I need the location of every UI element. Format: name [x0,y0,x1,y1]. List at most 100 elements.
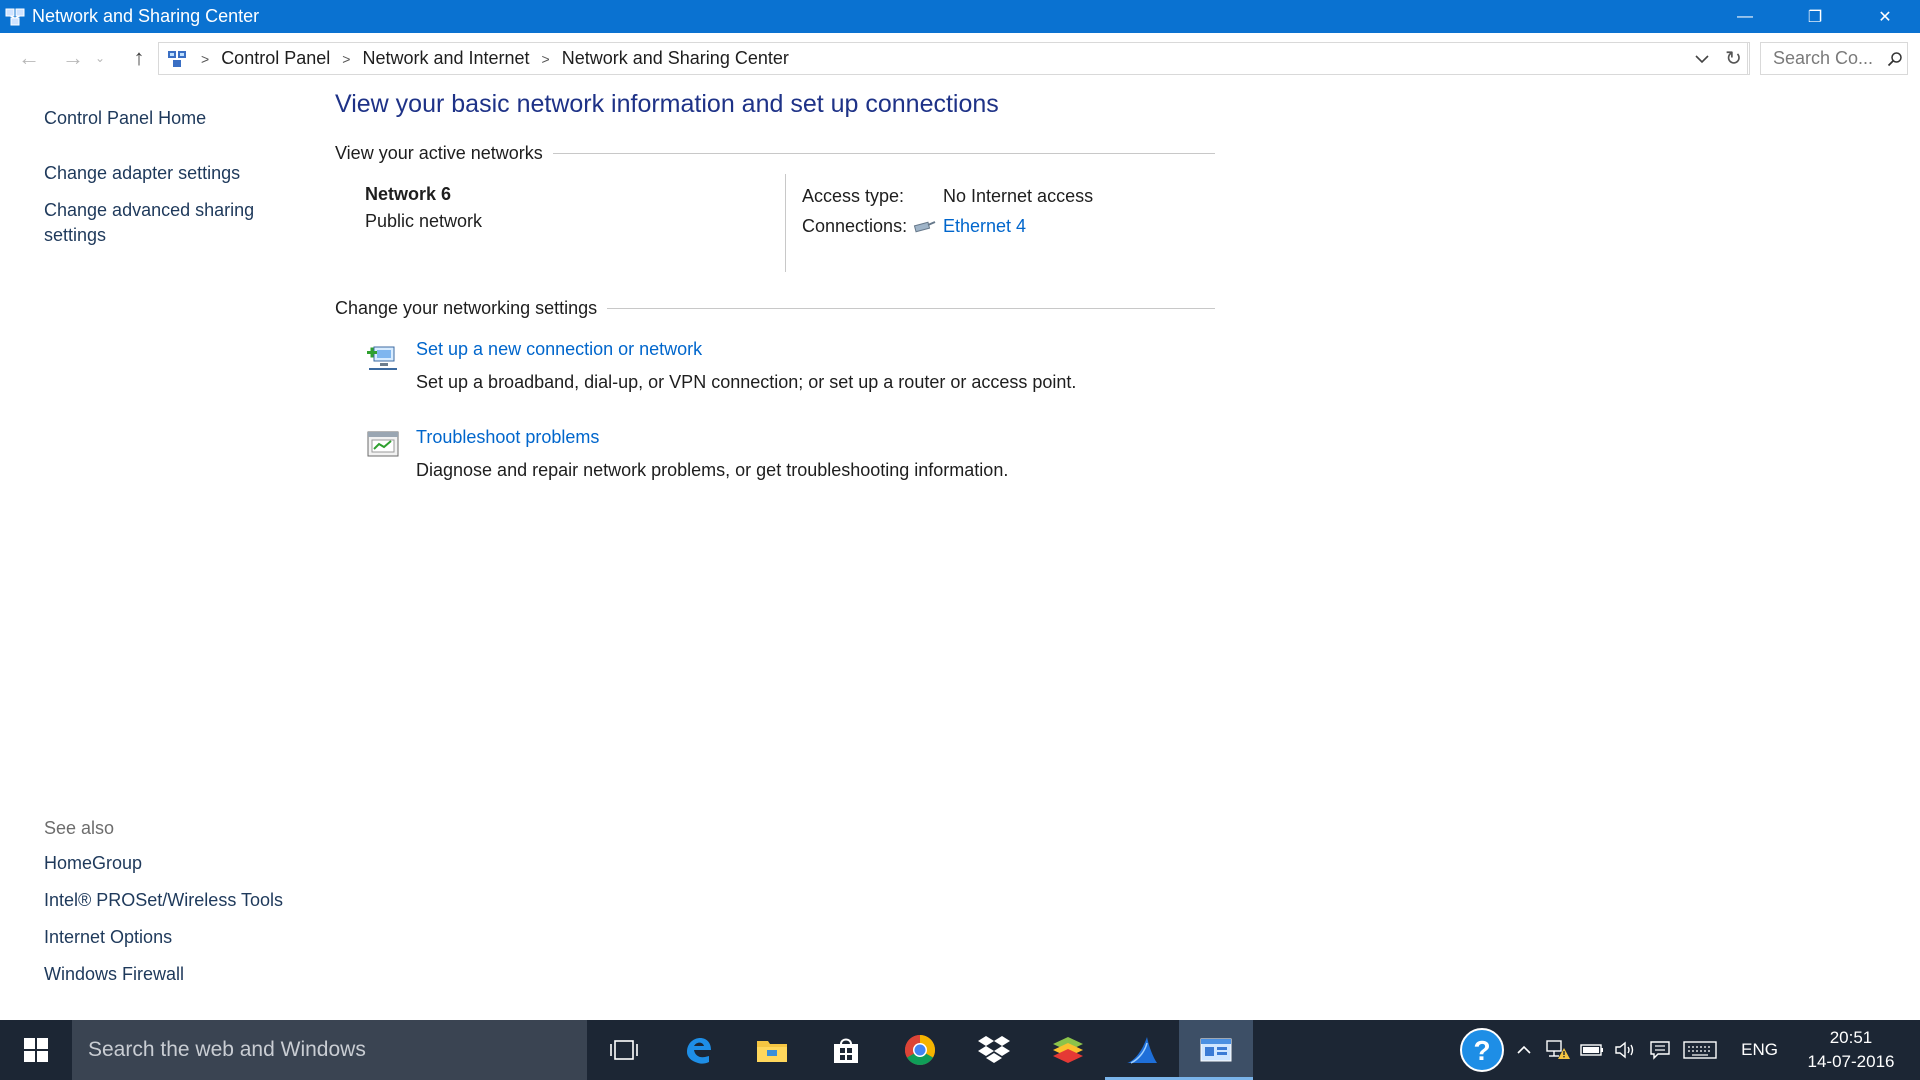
divider [607,308,1215,309]
task-troubleshoot: Troubleshoot problems Diagnose and repai… [335,425,1215,485]
internet-options-link[interactable]: Internet Options [44,925,324,950]
change-settings-heading-text: Change your networking settings [335,298,598,318]
chrome-icon [904,1035,936,1066]
store-icon [834,1038,858,1063]
active-networks-heading-text: View your active networks [335,143,543,163]
troubleshoot-problems-description: Diagnose and repair network problems, or… [416,460,1009,480]
network-name: Network 6 [365,184,452,204]
breadcrumb-control-panel[interactable]: Control Panel [221,48,330,69]
volume-icon[interactable] [1609,1020,1643,1080]
touch-keyboard-icon[interactable] [1677,1020,1723,1080]
access-type-label: Access type: [802,186,905,206]
dropbox-taskbar-button[interactable] [957,1020,1031,1080]
control-panel-icon [168,50,186,67]
clock[interactable]: 20:51 14-07-2016 [1796,1026,1906,1074]
troubleshoot-icon [367,431,399,457]
taskbar-search-placeholder: Search the web and Windows [88,1038,366,1061]
intel-proset-link[interactable]: Intel® PROSet/Wireless Tools [44,888,324,913]
breadcrumb-separator-icon: > [201,50,210,67]
task-new-connection: Set up a new connection or network Set u… [335,337,1215,397]
breadcrumb-separator-icon[interactable]: > [542,51,550,67]
address-dropdown-chevron-icon[interactable] [1687,43,1717,74]
access-type-value: No Internet access [943,186,1094,206]
see-also-heading: See also [44,818,115,838]
search-icon[interactable] [1887,51,1903,67]
left-pane: Control Panel Home Change adapter settin… [44,84,304,248]
taskbar-search-box[interactable]: Search the web and Windows [72,1020,587,1080]
title-bar: Network and Sharing Center — ❐ ✕ [0,0,1920,33]
restore-button[interactable]: ❐ [1780,0,1850,33]
divider [552,153,1215,154]
dropbox-icon [978,1036,1010,1063]
refresh-icon[interactable]: ↻ [1718,42,1750,75]
change-settings-heading: Change your networking settings [335,298,1215,319]
network-warning-icon[interactable] [1541,1020,1575,1080]
ethernet-4-link[interactable]: Ethernet 4 [943,216,1026,237]
page-title: View your basic network information and … [335,90,999,118]
network-details: Access type: No Internet access Connecti… [802,184,1093,239]
control-panel-icon [1200,1038,1232,1062]
active-network-card: Network 6 Public network Access type: No… [335,174,1215,272]
bluestacks-taskbar-button[interactable] [1031,1020,1105,1080]
ethernet-cable-icon [913,220,936,232]
address-bar[interactable]: > Control Panel > Network and Internet >… [158,42,1748,75]
help-question-icon: ? [1460,1028,1505,1072]
new-connection-icon [367,346,397,370]
homegroup-link[interactable]: HomeGroup [44,851,324,876]
task-view-button[interactable] [587,1020,661,1080]
file-explorer-icon [757,1041,787,1062]
edge-icon [687,1038,711,1064]
battery-icon[interactable] [1575,1020,1609,1080]
windows-firewall-link[interactable]: Windows Firewall [44,962,324,987]
change-adapter-settings-link[interactable]: Change adapter settings [44,161,304,186]
connections-row: Connections: Ethernet 4 [802,214,1093,239]
task-view-icon [610,1040,638,1060]
change-advanced-sharing-settings-link[interactable]: Change advanced sharing settings [44,198,264,248]
edge-taskbar-button[interactable] [661,1020,735,1080]
recent-locations-chevron-icon[interactable]: ⌄ [92,41,108,75]
clock-time: 20:51 [1829,1028,1873,1047]
show-hidden-icons-chevron-icon[interactable] [1507,1020,1541,1080]
wireshark-icon [1127,1037,1157,1064]
window-title: Network and Sharing Center [32,6,260,26]
minimize-button[interactable]: — [1710,0,1780,33]
store-taskbar-button[interactable] [809,1020,883,1080]
svg-text:?: ? [1474,1035,1491,1066]
file-explorer-taskbar-button[interactable] [735,1020,809,1080]
bluestacks-icon [1053,1037,1083,1063]
start-button[interactable] [0,1020,72,1080]
chrome-taskbar-button[interactable] [883,1020,957,1080]
breadcrumb-network-and-internet[interactable]: Network and Internet [362,48,529,69]
wireshark-taskbar-button[interactable] [1105,1020,1179,1080]
active-networks-heading: View your active networks [335,143,1215,164]
windows-logo-icon [24,1038,48,1062]
control-panel-taskbar-button[interactable] [1179,1020,1253,1080]
action-center-icon[interactable] [1643,1020,1677,1080]
control-panel-home-link[interactable]: Control Panel Home [44,106,304,131]
address-row: ← → ⌄ ↑ > Control Panel > Network and In… [0,33,1920,84]
up-arrow-icon[interactable]: ↑ [124,41,154,75]
search-input[interactable] [1771,47,1881,70]
breadcrumb-separator-icon[interactable]: > [342,51,350,67]
main-content: View your basic network information and … [335,84,1215,485]
input-language-indicator[interactable]: ENG [1741,1040,1778,1060]
close-button[interactable]: ✕ [1850,0,1920,33]
search-box[interactable] [1760,42,1908,75]
network-type: Public network [365,211,483,231]
help-tray-button[interactable]: ? [1457,1020,1507,1080]
setup-new-connection-link[interactable]: Set up a new connection or network [416,339,702,360]
troubleshoot-problems-link[interactable]: Troubleshoot problems [416,427,599,448]
taskbar: Search the web and Windows ? ENG 20:51 1… [0,1020,1920,1080]
forward-arrow-icon[interactable]: → [58,41,88,75]
setup-new-connection-description: Set up a broadband, dial-up, or VPN conn… [416,372,1077,392]
network-sharing-center-icon [5,8,25,25]
system-tray: ? ENG 20:51 14-07-2016 [1457,1020,1920,1080]
see-also-section: See also HomeGroup Intel® PROSet/Wireles… [44,818,324,999]
network-divider [785,174,786,272]
access-type-row: Access type: No Internet access [802,184,1093,209]
breadcrumb-network-and-sharing-center[interactable]: Network and Sharing Center [562,48,789,69]
back-arrow-icon[interactable]: ← [14,41,44,75]
network-identity: Network 6 Public network [365,184,482,232]
clock-date: 14-07-2016 [1807,1052,1895,1071]
window-controls: — ❐ ✕ [1710,0,1920,33]
